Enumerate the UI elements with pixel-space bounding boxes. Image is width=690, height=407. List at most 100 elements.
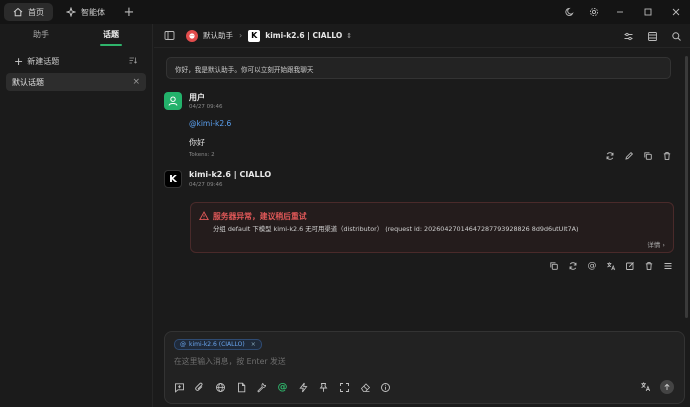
- sidebar-tab-topics[interactable]: 话题: [76, 26, 146, 46]
- error-details-label: 详情: [647, 241, 661, 249]
- assistant-name[interactable]: 默认助手: [203, 30, 233, 41]
- sidebar-tab-assistants[interactable]: 助手: [6, 26, 76, 46]
- minimize-button[interactable]: [606, 0, 634, 24]
- plus-icon: +: [14, 54, 24, 68]
- at-icon: @: [277, 381, 288, 393]
- chevron-updown-icon[interactable]: ⇕: [346, 32, 352, 40]
- info-button[interactable]: [380, 381, 392, 393]
- pin-icon: [319, 382, 328, 392]
- tab-agents-label: 智能体: [81, 7, 105, 17]
- delete-button[interactable]: [644, 261, 654, 271]
- tools-button[interactable]: [256, 381, 268, 393]
- paperclip-icon: [195, 382, 203, 391]
- model-message-actions: @: [549, 261, 673, 271]
- copy-button[interactable]: [643, 151, 653, 161]
- chevron-right-icon: ›: [662, 241, 665, 249]
- expand-button[interactable]: [339, 381, 351, 393]
- mentioned-model-chip[interactable]: @ kimi-k2.6 (CIALLO) ×: [174, 339, 262, 350]
- model-selector[interactable]: kimi-k2.6 | CIALLO: [265, 31, 342, 40]
- new-tab-button[interactable]: +: [120, 3, 138, 21]
- search-icon: [671, 31, 681, 41]
- error-message-box: 服务器异常，建议稍后重试 分组 default 下模型 kimi-k2.6 无可…: [190, 202, 674, 253]
- sidebar-tabs: 助手 话题: [6, 26, 146, 46]
- lightning-icon: [299, 382, 308, 392]
- web-search-button[interactable]: [214, 381, 226, 393]
- translate-input-button[interactable]: [640, 381, 651, 394]
- minimize-icon: [617, 11, 623, 13]
- maximize-button[interactable]: [634, 0, 662, 24]
- new-topic-button[interactable]: + 新建话题: [6, 51, 146, 71]
- chevron-right-icon: ›: [239, 31, 243, 40]
- theme-toggle-button[interactable]: [558, 0, 582, 24]
- error-title: 服务器异常，建议稍后重试: [213, 212, 307, 221]
- edit-button[interactable]: [625, 261, 635, 271]
- refresh-icon: [569, 262, 577, 270]
- trash-icon: [663, 152, 671, 160]
- trash-icon: [645, 262, 653, 270]
- mention-button[interactable]: @: [587, 261, 597, 271]
- sidebar-toggle-icon[interactable]: [164, 30, 176, 42]
- message-input[interactable]: 在这里输入消息，按 Enter 发送: [174, 356, 286, 367]
- home-icon: [13, 7, 23, 17]
- copy-icon: [550, 262, 558, 270]
- chat-scrollbar[interactable]: [685, 56, 688, 318]
- tab-home[interactable]: 首页: [4, 3, 53, 21]
- title-bar: 首页 智能体 +: [0, 0, 690, 24]
- model-message-time: 04/27 09:46: [189, 182, 223, 188]
- regenerate-button[interactable]: [605, 151, 615, 161]
- model-avatar: K: [164, 170, 182, 188]
- regenerate-button[interactable]: [568, 261, 578, 271]
- close-icon: [672, 8, 680, 16]
- sliders-icon: [624, 32, 632, 40]
- close-icon[interactable]: ×: [132, 77, 140, 87]
- new-topic-button[interactable]: [173, 381, 185, 393]
- attach-button[interactable]: [194, 381, 206, 393]
- settings-button[interactable]: [582, 0, 606, 24]
- knowledge-base-button[interactable]: [235, 381, 247, 393]
- message-input-box[interactable]: @ kimi-k2.6 (CIALLO) × 在这里输入消息，按 Enter 发…: [164, 331, 685, 404]
- copy-icon: [644, 152, 652, 160]
- error-details-link[interactable]: 详情 ›: [647, 239, 665, 249]
- layout-button[interactable]: [644, 24, 660, 48]
- chat-main: 默认助手 › K kimi-k2.6 | CIALLO ⇕ 你好，我是默认助手。…: [154, 24, 690, 407]
- edit-icon: [626, 262, 634, 270]
- topic-item-default[interactable]: 默认话题 ×: [6, 73, 146, 91]
- translate-icon: [607, 262, 616, 271]
- send-button[interactable]: [660, 380, 674, 394]
- refresh-icon: [606, 152, 614, 160]
- close-icon[interactable]: ×: [251, 341, 256, 348]
- tab-home-label: 首页: [28, 7, 44, 17]
- plus-icon: +: [123, 4, 135, 20]
- wrench-icon: [257, 382, 267, 392]
- mention-model-button[interactable]: @: [276, 381, 288, 393]
- close-window-button[interactable]: [662, 0, 690, 24]
- at-icon: @: [180, 341, 186, 348]
- maximize-icon: [644, 8, 652, 16]
- settings-sliders-button[interactable]: [620, 24, 636, 48]
- warning-icon: [199, 211, 209, 221]
- user-name: 用户: [189, 93, 205, 102]
- more-menu-button[interactable]: [663, 261, 673, 271]
- sort-icon[interactable]: [128, 55, 138, 67]
- tab-agents[interactable]: 智能体: [57, 3, 114, 21]
- gear-icon: [589, 7, 599, 17]
- translate-icon: [641, 381, 651, 391]
- at-icon: @: [587, 261, 597, 271]
- assistant-avatar[interactable]: [186, 29, 198, 42]
- pin-button[interactable]: [318, 381, 330, 393]
- quick-phrase-button[interactable]: [297, 381, 309, 393]
- delete-button[interactable]: [662, 151, 672, 161]
- user-mention[interactable]: @kimi-k2.6: [189, 119, 231, 128]
- sidebar: 助手 话题 + 新建话题 默认话题 ×: [0, 24, 153, 407]
- search-button[interactable]: [668, 24, 684, 48]
- translate-button[interactable]: [606, 261, 616, 271]
- user-avatar: [164, 92, 182, 110]
- info-icon: [381, 382, 391, 392]
- agent-icon: [66, 7, 76, 17]
- chat-plus-icon: [174, 382, 184, 393]
- copy-button[interactable]: [549, 261, 559, 271]
- user-message-tokens: Tokens: 2: [189, 152, 215, 158]
- topic-label: 默认话题: [12, 77, 44, 87]
- edit-button[interactable]: [624, 151, 634, 161]
- clear-button[interactable]: [359, 381, 371, 393]
